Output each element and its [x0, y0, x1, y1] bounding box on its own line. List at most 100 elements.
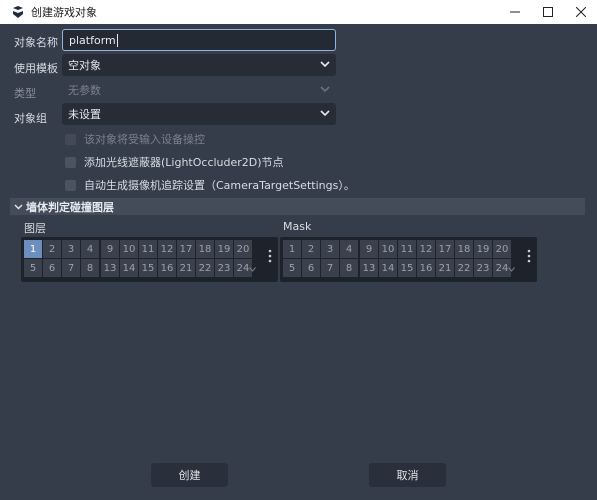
camera-target-label: 自动生成摄像机追踪设置（CameraTargetSettings）。 — [84, 179, 355, 192]
template-select[interactable]: 空对象 — [62, 54, 336, 76]
layer-cell[interactable]: 20 — [234, 240, 252, 258]
mask-cell[interactable]: 14 — [379, 259, 397, 277]
input-control-label: 该对象将受输入设备操控 — [84, 133, 205, 146]
maximize-button[interactable] — [531, 0, 564, 24]
mask-group: 17 18 19 20 21 22 23 24 — [436, 240, 511, 277]
collision-section-title: 墙体判定碰撞图层 — [26, 200, 114, 214]
layer-cell[interactable]: 12 — [158, 240, 176, 258]
mask-cell[interactable]: 8 — [340, 259, 358, 277]
layer-cell[interactable]: 4 — [81, 240, 99, 258]
dialog-body: 对象名称 platform 使用模板 空对象 类型 无参数 对象组 未设置 该对… — [0, 24, 597, 500]
name-label: 对象名称 — [14, 36, 58, 49]
layer-cell[interactable]: 2 — [43, 240, 61, 258]
camera-target-checkbox[interactable] — [65, 179, 76, 191]
chevron-down-icon — [320, 61, 330, 68]
layer-cell[interactable]: 23 — [215, 259, 233, 277]
group-select[interactable]: 未设置 — [62, 103, 336, 125]
layer-group: 17 18 19 20 21 22 23 24 — [177, 240, 252, 277]
mask-grid: 17 18 19 20 21 22 23 24 9 10 11 12 13 14 15 16 1 2 3 4 5 6 7 8 — [280, 237, 537, 282]
title-bar: 创建游戏对象 — [0, 0, 597, 24]
mask-cell[interactable]: 16 — [417, 259, 435, 277]
mask-group: 1234 5678 — [283, 240, 358, 277]
expand-chevron-icon[interactable] — [249, 267, 256, 272]
mask-cell[interactable]: 22 — [455, 259, 473, 277]
mask-cell[interactable]: 3 — [321, 240, 339, 258]
close-icon — [575, 7, 586, 17]
chevron-down-icon — [320, 86, 330, 93]
layer-group: 9 10 11 12 13 14 15 16 — [101, 240, 176, 277]
mask-cell[interactable]: 20 — [493, 240, 511, 258]
name-input-value: platform — [69, 33, 116, 47]
layer-cell[interactable]: 9 — [101, 240, 119, 258]
text-cursor — [116, 33, 118, 47]
type-label: 类型 — [14, 87, 36, 100]
name-input[interactable]: platform — [62, 29, 336, 51]
mask-cell[interactable]: 7 — [321, 259, 339, 277]
layer-cell[interactable]: 11 — [139, 240, 157, 258]
mask-cell[interactable]: 9 — [360, 240, 378, 258]
minimize-button[interactable] — [498, 0, 531, 24]
layer-cell[interactable]: 21 — [177, 259, 195, 277]
layer-cell[interactable]: 1 — [24, 240, 42, 258]
layer-cell[interactable]: 14 — [120, 259, 138, 277]
cancel-button[interactable]: 取消 — [369, 463, 446, 487]
type-select-value: 无参数 — [68, 84, 101, 97]
mask-cell[interactable]: 5 — [283, 259, 301, 277]
layer-grid: 17 18 19 20 21 22 23 24 9 10 11 12 13 14 15 16 1 2 3 4 5 6 7 8 — [21, 237, 278, 282]
mask-cell[interactable]: 6 — [302, 259, 320, 277]
mask-cell[interactable]: 19 — [474, 240, 492, 258]
mask-cell[interactable]: 4 — [340, 240, 358, 258]
window-title: 创建游戏对象 — [31, 6, 97, 19]
mask-grid-title: Mask — [283, 220, 312, 233]
minimize-icon — [509, 11, 520, 13]
create-button[interactable]: 创建 — [151, 463, 228, 487]
layer-cell[interactable]: 5 — [24, 259, 42, 277]
chevron-down-icon — [320, 110, 330, 117]
type-select: 无参数 — [62, 79, 336, 101]
camera-target-option[interactable]: 自动生成摄像机追踪设置（CameraTargetSettings）。 — [65, 177, 355, 193]
layer-cell[interactable]: 18 — [196, 240, 214, 258]
mask-cell[interactable]: 2 — [302, 240, 320, 258]
expand-chevron-icon[interactable] — [508, 267, 515, 272]
layer-cell[interactable]: 16 — [158, 259, 176, 277]
mask-cell[interactable]: 23 — [474, 259, 492, 277]
layer-cell[interactable]: 13 — [101, 259, 119, 277]
layer-cell[interactable]: 6 — [43, 259, 61, 277]
more-options-icon[interactable] — [527, 249, 531, 263]
group-select-value: 未设置 — [68, 108, 101, 121]
mask-cell[interactable]: 21 — [436, 259, 454, 277]
layer-cell[interactable]: 17 — [177, 240, 195, 258]
input-control-option: 该对象将受输入设备操控 — [65, 131, 205, 147]
light-occluder-option[interactable]: 添加光线遮蔽器(LightOccluder2D)节点 — [65, 154, 284, 170]
mask-group: 9 10 11 12 13 14 15 16 — [360, 240, 435, 277]
light-occluder-checkbox[interactable] — [65, 156, 76, 168]
layer-cell[interactable]: 7 — [62, 259, 80, 277]
app-logo-icon — [13, 6, 23, 18]
layer-cell[interactable]: 22 — [196, 259, 214, 277]
collision-section-header[interactable]: 墙体判定碰撞图层 — [10, 198, 585, 215]
mask-cell[interactable]: 13 — [360, 259, 378, 277]
input-control-checkbox — [65, 133, 76, 145]
mask-cell[interactable]: 17 — [436, 240, 454, 258]
mask-cell[interactable]: 15 — [398, 259, 416, 277]
mask-cell[interactable]: 1 — [283, 240, 301, 258]
mask-cell[interactable]: 11 — [398, 240, 416, 258]
layer-cell[interactable]: 19 — [215, 240, 233, 258]
chevron-down-icon — [14, 204, 23, 210]
close-button[interactable] — [564, 0, 597, 24]
layer-cell[interactable]: 8 — [81, 259, 99, 277]
mask-cell[interactable]: 10 — [379, 240, 397, 258]
more-options-icon[interactable] — [268, 249, 272, 263]
maximize-icon — [542, 7, 553, 17]
template-label: 使用模板 — [14, 62, 58, 75]
layer-cell[interactable]: 3 — [62, 240, 80, 258]
layer-cell[interactable]: 10 — [120, 240, 138, 258]
layer-cell[interactable]: 15 — [139, 259, 157, 277]
group-label: 对象组 — [14, 112, 47, 125]
layer-grid-title: 图层 — [24, 222, 46, 235]
layer-group: 1234 5678 — [24, 240, 99, 277]
mask-cell[interactable]: 18 — [455, 240, 473, 258]
template-select-value: 空对象 — [68, 59, 101, 72]
mask-cell[interactable]: 12 — [417, 240, 435, 258]
light-occluder-label: 添加光线遮蔽器(LightOccluder2D)节点 — [84, 156, 284, 169]
